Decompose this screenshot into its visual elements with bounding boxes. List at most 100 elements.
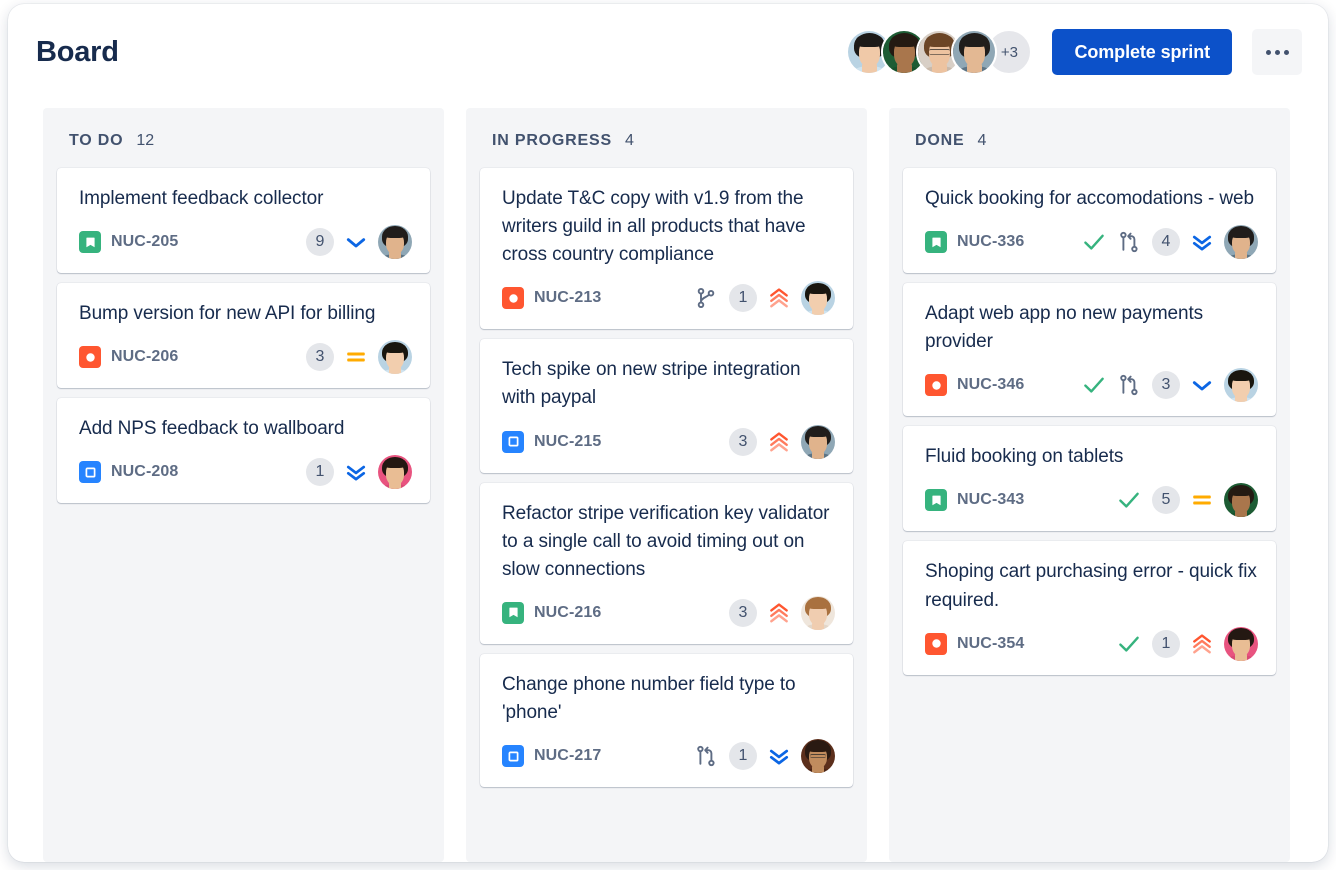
issue-card-meta: 1 (1117, 627, 1258, 661)
issue-card[interactable]: Quick booking for accomodations - web NUC… (903, 168, 1276, 273)
done-check-icon (1082, 374, 1106, 396)
issue-type-bug-icon (502, 287, 524, 309)
issue-key: NUC-217 (534, 747, 601, 765)
issue-card[interactable]: Change phone number field type to 'phone… (480, 654, 853, 787)
assignee-avatar[interactable] (801, 739, 835, 773)
issue-key-group[interactable]: NUC-215 (502, 431, 601, 453)
more-dot-icon (1284, 50, 1289, 55)
assignee-avatar[interactable] (1224, 225, 1258, 259)
issue-card-footer: NUC-206 3 (79, 340, 412, 374)
issue-card-meta: 1 (694, 739, 835, 773)
issue-card-meta: 1 (694, 281, 835, 315)
story-points-badge: 5 (1152, 486, 1180, 514)
column-header: DONE4 (889, 108, 1290, 168)
priority-low-icon (1191, 231, 1213, 253)
issue-card-footer: NUC-208 1 (79, 455, 412, 489)
priority-low-icon (345, 461, 367, 483)
column-card-count: 12 (136, 132, 154, 150)
column-title: IN PROGRESS (492, 132, 612, 150)
issue-card-meta: 4 (1082, 225, 1258, 259)
story-points-badge: 1 (306, 458, 334, 486)
issue-card[interactable]: Fluid booking on tabletsNUC-3435 (903, 426, 1276, 531)
page-title: Board (36, 38, 119, 67)
issue-card[interactable]: Add NPS feedback to wallboard NUC-208 1 (57, 398, 430, 503)
priority-highest-icon (1191, 633, 1213, 655)
issue-card-footer: NUC-213 1 (502, 281, 835, 315)
issue-key: NUC-343 (957, 491, 1024, 509)
issue-card-meta: 5 (1117, 483, 1258, 517)
pull-request-icon (1117, 230, 1141, 254)
issue-key-group[interactable]: NUC-206 (79, 346, 178, 368)
assignee-avatar[interactable] (378, 225, 412, 259)
issue-key-group[interactable]: NUC-217 (502, 745, 601, 767)
issue-key: NUC-206 (111, 348, 178, 366)
story-points-badge: 1 (1152, 630, 1180, 658)
issue-card-title: Adapt web app no new payments provider (925, 300, 1258, 356)
story-points-badge: 3 (729, 599, 757, 627)
issue-card[interactable]: Adapt web app no new payments provider NU… (903, 283, 1276, 416)
header-avatar[interactable] (951, 29, 997, 75)
issue-key-group[interactable]: NUC-216 (502, 602, 601, 624)
priority-medium-icon (1191, 489, 1213, 511)
priority-lowest-icon (345, 231, 367, 253)
issue-card-title: Change phone number field type to 'phone… (502, 671, 835, 727)
assignee-avatar[interactable] (378, 340, 412, 374)
header-actions: +3 Complete sprint (846, 29, 1302, 75)
issue-card-title: Add NPS feedback to wallboard (79, 415, 412, 443)
issue-card-meta: 1 (306, 455, 412, 489)
issue-key-group[interactable]: NUC-346 (925, 374, 1024, 396)
more-dot-icon (1275, 50, 1280, 55)
priority-highest-icon (768, 287, 790, 309)
issue-card-meta: 3 (729, 596, 835, 630)
issue-card-title: Tech spike on new stripe integration wit… (502, 356, 835, 412)
board-column: DONE4Quick booking for accomodations - w… (889, 108, 1290, 862)
issue-key-group[interactable]: NUC-354 (925, 633, 1024, 655)
issue-card[interactable]: Update T&C copy with v1.9 from the write… (480, 168, 853, 329)
assignee-avatar[interactable] (801, 596, 835, 630)
issue-key-group[interactable]: NUC-343 (925, 489, 1024, 511)
priority-highest-icon (768, 431, 790, 453)
issue-card-footer: NUC-215 3 (502, 425, 835, 459)
issue-card-title: Update T&C copy with v1.9 from the write… (502, 185, 835, 269)
issue-card[interactable]: Tech spike on new stripe integration wit… (480, 339, 853, 472)
issue-key-group[interactable]: NUC-208 (79, 461, 178, 483)
column-title: TO DO (69, 132, 123, 150)
assignee-avatar[interactable] (801, 281, 835, 315)
priority-highest-icon (768, 602, 790, 624)
more-actions-button[interactable] (1252, 29, 1302, 75)
issue-type-story-icon (925, 231, 947, 253)
board-column: IN PROGRESS4 Update T&C copy with v1.9 fr… (466, 108, 867, 862)
issue-card[interactable]: Implement feedback collectorNUC-2059 (57, 168, 430, 273)
issue-card-title: Shoping cart purchasing error - quick fi… (925, 558, 1258, 614)
assignee-avatar[interactable] (1224, 368, 1258, 402)
issue-card-title: Quick booking for accomodations - web (925, 185, 1258, 213)
issue-card[interactable]: Shoping cart purchasing error - quick fi… (903, 541, 1276, 674)
column-header: TO DO 12 (43, 108, 444, 168)
assignee-avatar[interactable] (378, 455, 412, 489)
assignee-avatar[interactable] (801, 425, 835, 459)
assignee-avatar[interactable] (1224, 627, 1258, 661)
issue-type-story-icon (925, 489, 947, 511)
issue-card[interactable]: Refactor stripe verification key validat… (480, 483, 853, 644)
complete-sprint-button[interactable]: Complete sprint (1052, 29, 1232, 75)
issue-key: NUC-208 (111, 463, 178, 481)
avatar-stack[interactable]: +3 (846, 29, 1032, 75)
issue-key-group[interactable]: NUC-213 (502, 287, 601, 309)
column-header: IN PROGRESS4 (466, 108, 867, 168)
priority-medium-icon (345, 346, 367, 368)
issue-key-group[interactable]: NUC-336 (925, 231, 1024, 253)
done-check-icon (1117, 489, 1141, 511)
story-points-badge: 4 (1152, 228, 1180, 256)
issue-key-group[interactable]: NUC-205 (79, 231, 178, 253)
issue-card[interactable]: Bump version for new API for billingNUC-… (57, 283, 430, 388)
issue-key: NUC-336 (957, 233, 1024, 251)
story-points-badge: 3 (1152, 371, 1180, 399)
board-header: Board +3 Complete sprint (8, 4, 1328, 100)
issue-key: NUC-205 (111, 233, 178, 251)
story-points-badge: 9 (306, 228, 334, 256)
story-points-badge: 3 (729, 428, 757, 456)
story-points-badge: 3 (306, 343, 334, 371)
issue-card-meta: 9 (306, 225, 412, 259)
issue-card-footer: NUC-216 3 (502, 596, 835, 630)
assignee-avatar[interactable] (1224, 483, 1258, 517)
